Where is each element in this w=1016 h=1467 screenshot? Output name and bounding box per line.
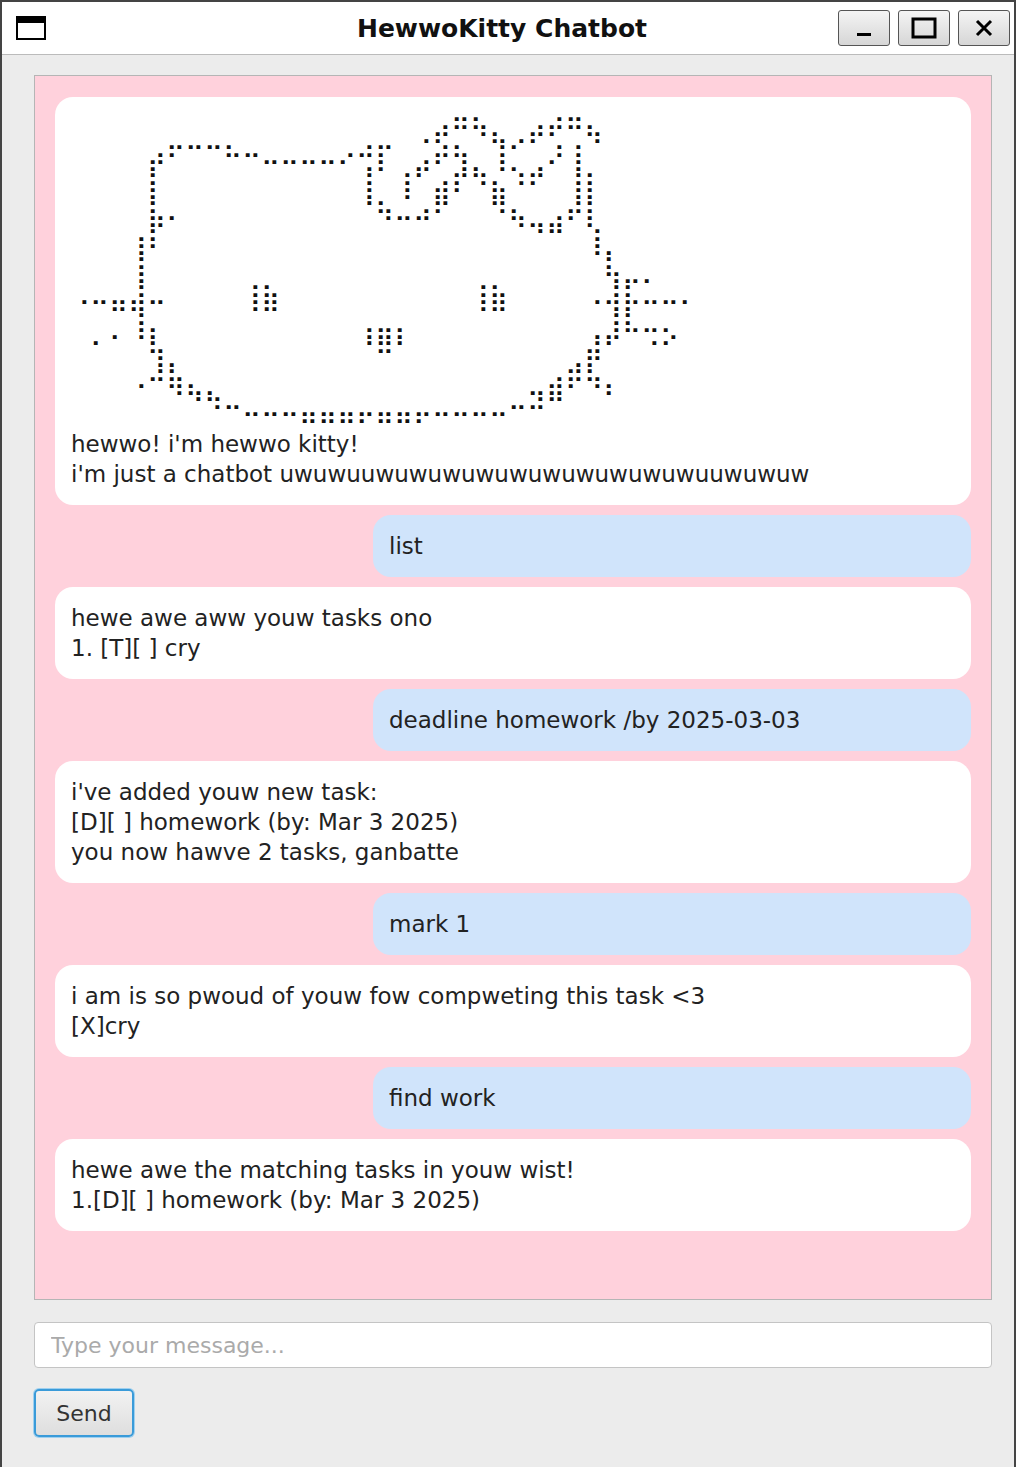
message-line: hewe awe aww youw tasks ono [71,603,955,633]
chatbot-window: HewwoKitty Chatbot ⠀⠀⠀⠀⠀⠀⠀⠀⠀⠀⠀⠀⠀⠀⠀⠀⠀⠀⢀⡴⠛⠳… [0,0,1016,1467]
maximize-button[interactable] [898,10,950,46]
bot-message: hewe awe the matching tasks in youw wist… [55,1139,971,1231]
kitty-ascii-art: ⠀⠀⠀⠀⠀⠀⠀⠀⠀⠀⠀⠀⠀⠀⠀⠀⠀⠀⢀⡴⠛⠳⣄⢀⡴⠞⠛⢦⠀⠀⠀⠀⠀⠀⠀⠀⠀⠀⠀⠀… [71,113,955,429]
message-line: [D][ ] homework (by: Mar 3 2025) [71,807,955,837]
message-line: i am is so pwoud of youw fow compweting … [71,981,955,1011]
bot-message: i am is so pwoud of youw fow compweting … [55,965,971,1057]
message-line: hewwo! i'm hewwo kitty! [71,429,955,459]
send-button[interactable]: Send [34,1389,134,1437]
message-line: hewe awe the matching tasks in youw wist… [71,1155,955,1185]
close-button[interactable] [958,10,1010,46]
user-message: list [373,515,971,577]
message-line: deadline homework /by 2025-03-03 [389,705,955,735]
message-line: mark 1 [389,909,955,939]
message-line: list [389,531,955,561]
window-title: HewwoKitty Chatbot [46,14,838,43]
message-line: i'm just a chatbot uwuwuuwuwuwuwuwuwuwuw… [71,459,955,489]
bot-message: hewe awe aww youw tasks ono1. [T][ ] cry [55,587,971,679]
user-message: deadline homework /by 2025-03-03 [373,689,971,751]
minimize-button[interactable] [838,10,890,46]
window-icon [16,16,46,40]
message-line: i've added youw new task: [71,777,955,807]
chat-pane: ⠀⠀⠀⠀⠀⠀⠀⠀⠀⠀⠀⠀⠀⠀⠀⠀⠀⠀⢀⡴⠛⠳⣄⢀⡴⠞⠛⢦⠀⠀⠀⠀⠀⠀⠀⠀⠀⠀⠀⠀… [34,75,992,1300]
maximize-icon [911,17,937,39]
user-message: find work [373,1067,971,1129]
message-line: 1.[D][ ] homework (by: Mar 3 2025) [71,1185,955,1215]
user-message: mark 1 [373,893,971,955]
minimize-icon [853,17,875,39]
title-bar: HewwoKitty Chatbot [2,0,1014,55]
bot-message: ⠀⠀⠀⠀⠀⠀⠀⠀⠀⠀⠀⠀⠀⠀⠀⠀⠀⠀⢀⡴⠛⠳⣄⢀⡴⠞⠛⢦⠀⠀⠀⠀⠀⠀⠀⠀⠀⠀⠀⠀… [55,97,971,505]
close-icon [973,17,995,39]
bot-message: i've added youw new task:[D][ ] homework… [55,761,971,883]
message-line: you now hawve 2 tasks, ganbatte [71,837,955,867]
message-input[interactable] [34,1322,992,1368]
message-line: 1. [T][ ] cry [71,633,955,663]
message-line: find work [389,1083,955,1113]
message-line: [X]cry [71,1011,955,1041]
